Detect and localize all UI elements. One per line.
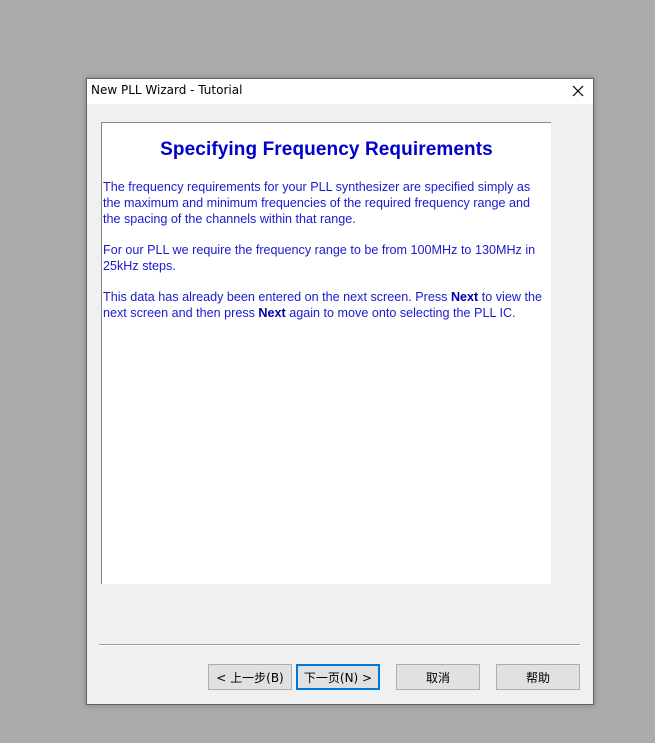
paragraph-next-instructions: This data has already been entered on th…: [102, 289, 551, 321]
cancel-button[interactable]: 取消: [396, 664, 480, 690]
button-divider: [99, 644, 580, 646]
paragraph-frequency-range: For our PLL we require the frequency ran…: [103, 243, 536, 273]
instruction-next-bold-1: Next: [450, 290, 479, 304]
wizard-dialog: New PLL Wizard - Tutorial Specifying Fre…: [86, 78, 594, 705]
window-title: New PLL Wizard - Tutorial: [91, 83, 243, 97]
paragraph-frequency-requirements: The frequency requirements for your PLL …: [103, 180, 531, 226]
instruction-next-bold-2: Next: [258, 306, 286, 320]
page-heading: Specifying Frequency Requirements: [160, 139, 493, 160]
instruction-text-1: This data has already been entered on th…: [103, 290, 451, 304]
instruction-text-3: again to move onto selecting the PLL IC.: [285, 306, 516, 320]
back-button[interactable]: < 上一步(B): [208, 664, 292, 690]
tutorial-content-panel: Specifying Frequency Requirements The fr…: [101, 122, 551, 584]
title-bar[interactable]: New PLL Wizard - Tutorial: [87, 79, 593, 104]
close-icon[interactable]: [571, 84, 585, 98]
next-button[interactable]: 下一页(N) >: [296, 664, 380, 690]
help-button[interactable]: 帮助: [496, 664, 580, 690]
